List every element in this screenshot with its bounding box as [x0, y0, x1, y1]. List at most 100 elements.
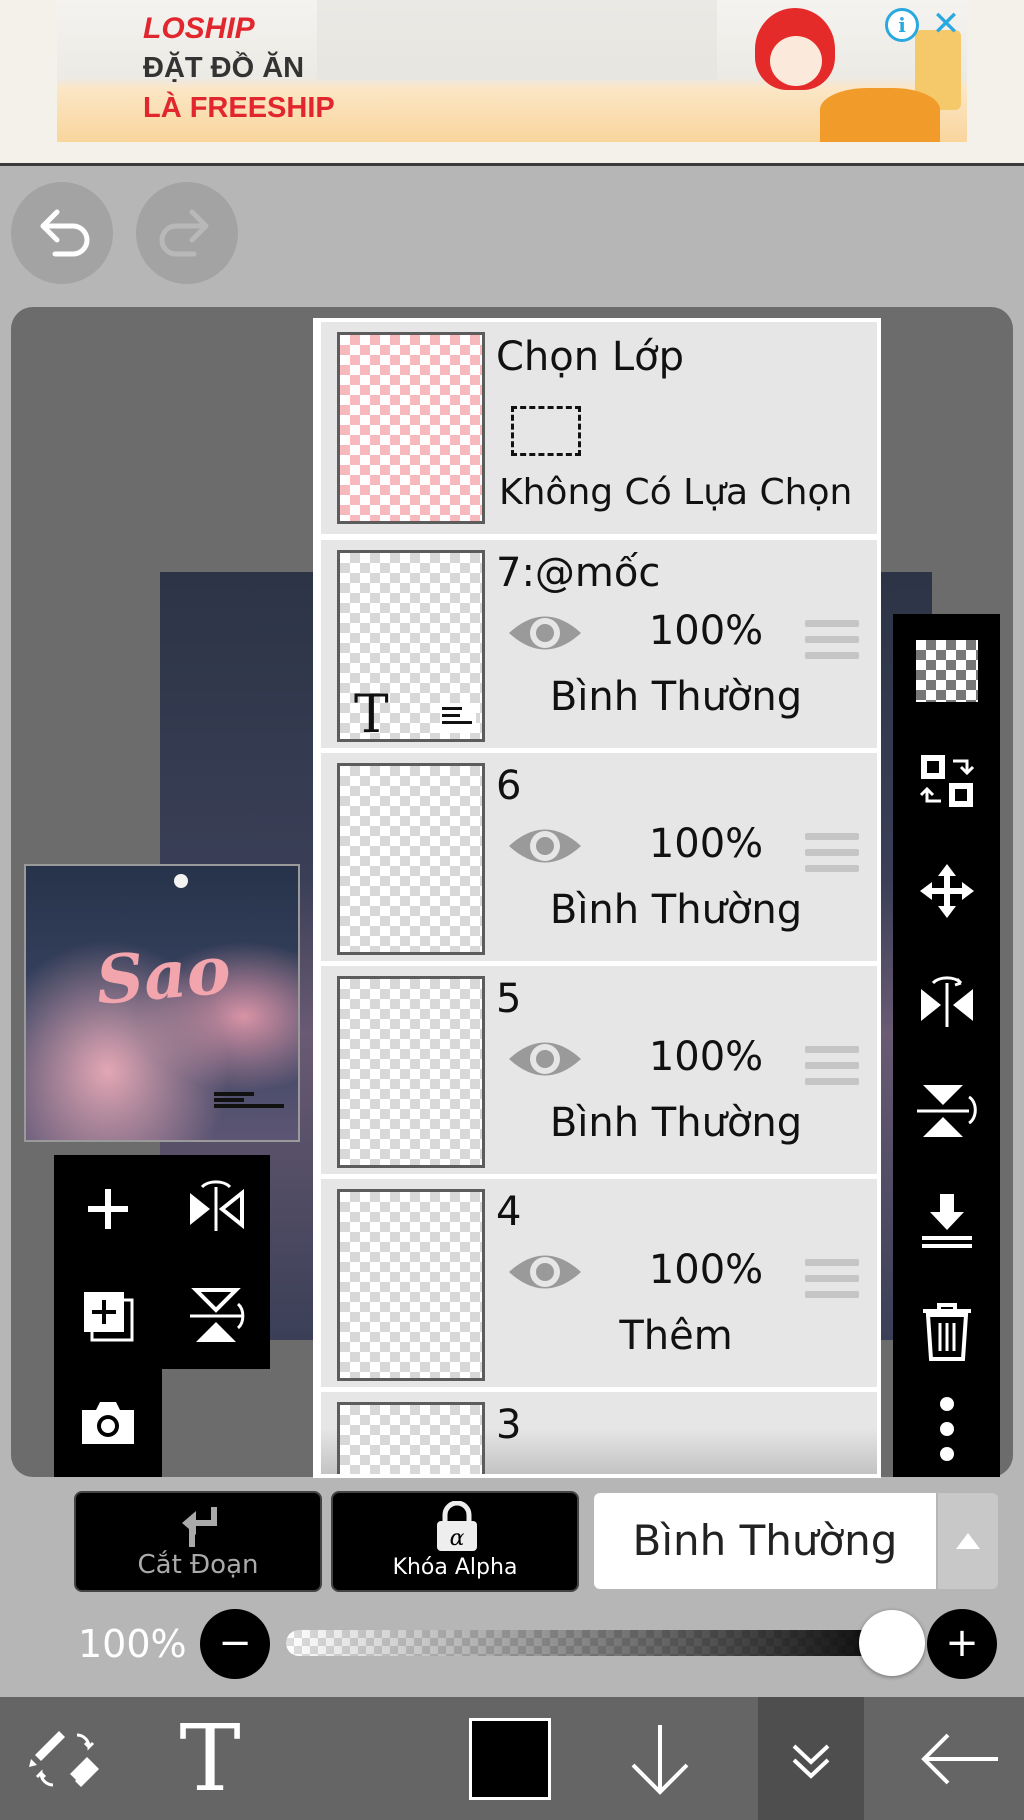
- redo-button[interactable]: [136, 182, 238, 284]
- ad-mascot-face: [770, 36, 822, 86]
- layer-blend-mode: Bình Thường: [549, 674, 803, 720]
- camera-icon: [82, 1401, 134, 1444]
- add-layer-icon: [84, 1291, 134, 1341]
- ad-food-image: [820, 88, 940, 142]
- layer-blend-mode: Bình Thường: [549, 1100, 803, 1146]
- layer-opacity: 100%: [648, 1247, 764, 1293]
- ad-info-icon[interactable]: i: [885, 8, 919, 42]
- camera-button[interactable]: [54, 1369, 162, 1476]
- checker-icon: [915, 640, 978, 702]
- layer-thumbnail: T: [337, 550, 485, 745]
- ad-close-icon[interactable]: ✕: [928, 4, 964, 44]
- layer-opacity: 100%: [648, 1034, 764, 1080]
- layer-panel: Chọn Lớp Không Có Lựa Chọn T 7:@mốc 100%…: [313, 318, 881, 1478]
- flip-vertical-button[interactable]: [162, 1262, 270, 1369]
- swap-layer-button[interactable]: [893, 726, 1000, 836]
- thumbnail-title: Sao: [92, 930, 234, 1020]
- ad-line-2: LÀ FREESHIP: [143, 92, 335, 124]
- flip-horizontal-icon: [190, 1179, 244, 1231]
- right-tool-bar: [893, 614, 1000, 1477]
- visibility-toggle[interactable]: [507, 608, 583, 662]
- transform-icon: [919, 755, 974, 807]
- trash-icon: [922, 1303, 971, 1361]
- camera-tool-block: [54, 1369, 162, 1477]
- current-color-swatch: [469, 1717, 551, 1800]
- flip-vertical-right-button[interactable]: [893, 1056, 1000, 1166]
- opacity-increase-button[interactable]: +: [927, 1609, 997, 1679]
- drag-handle-icon[interactable]: [805, 833, 859, 881]
- undo-icon: [40, 209, 90, 257]
- ad-bar: LOSHIP ĐẶT ĐỒ ĂN LÀ FREESHIP i ✕: [0, 0, 1024, 166]
- svg-text:α: α: [450, 1526, 465, 1551]
- layer-row[interactable]: 4 100% Thêm: [321, 1179, 877, 1387]
- back-arrow-icon: [921, 1733, 998, 1784]
- transparency-button[interactable]: [893, 616, 1000, 726]
- ad-brand: LOSHIP: [143, 12, 255, 45]
- selection-thumbnail: [337, 332, 485, 524]
- clipping-button[interactable]: Cắt Đoạn: [74, 1491, 322, 1592]
- text-tool-button[interactable]: T: [160, 1697, 260, 1820]
- ad-line-1: ĐẶT ĐỒ ĂN: [143, 52, 305, 84]
- layer-opacity: 100%: [648, 608, 764, 654]
- add-layer-button[interactable]: [54, 1155, 162, 1262]
- layer-opacity: 100%: [648, 821, 764, 867]
- layer-down-button[interactable]: [610, 1697, 710, 1820]
- layer-row[interactable]: 6 100% Bình Thường: [321, 753, 877, 961]
- opacity-decrease-button[interactable]: −: [200, 1609, 270, 1679]
- eye-icon: [509, 1042, 581, 1076]
- undo-button[interactable]: [11, 182, 113, 284]
- left-layer-tools: [54, 1155, 270, 1369]
- flip-horizontal-button[interactable]: [162, 1155, 270, 1262]
- back-button[interactable]: [900, 1697, 1020, 1820]
- layers-menu-button[interactable]: [758, 1697, 864, 1820]
- moon-shape: [174, 874, 188, 888]
- merge-down-icon: [921, 1194, 972, 1248]
- move-button[interactable]: [893, 836, 1000, 946]
- layer-name: 4: [496, 1189, 522, 1235]
- redo-icon: [159, 209, 209, 257]
- plus-icon: [88, 1188, 128, 1229]
- opacity-label: 100%: [78, 1622, 187, 1666]
- more-options-button[interactable]: [893, 1374, 1000, 1484]
- drag-handle-icon[interactable]: [805, 1259, 859, 1307]
- opacity-slider-handle[interactable]: [859, 1610, 925, 1676]
- blend-mode-select[interactable]: Bình Thường: [594, 1493, 936, 1589]
- selection-layer-row[interactable]: Chọn Lớp Không Có Lựa Chọn: [321, 322, 877, 534]
- layer-row[interactable]: 3: [321, 1392, 877, 1474]
- flip-horizontal-right-button[interactable]: [893, 946, 1000, 1056]
- layer-row[interactable]: 5 100% Bình Thường: [321, 966, 877, 1174]
- eye-icon: [509, 829, 581, 863]
- more-icon: [939, 1397, 954, 1461]
- visibility-toggle[interactable]: [507, 1247, 583, 1301]
- clipping-icon: [182, 1507, 217, 1547]
- flip-vertical-icon: [916, 1085, 977, 1137]
- layer-thumbnail: [337, 763, 485, 955]
- add-new-layer-button[interactable]: [54, 1262, 162, 1369]
- layer-blend-mode: Thêm: [619, 1313, 733, 1359]
- selection-marquee-icon: [511, 406, 581, 456]
- blend-mode-dropdown-button[interactable]: [938, 1493, 998, 1589]
- opacity-slider[interactable]: [286, 1630, 912, 1656]
- thumb-watermark: [440, 703, 476, 733]
- layer-name: 5: [496, 976, 522, 1022]
- visibility-toggle[interactable]: [507, 821, 583, 875]
- move-icon: [919, 864, 974, 918]
- layer-row[interactable]: T 7:@mốc 100% Bình Thường: [321, 540, 877, 748]
- canvas-thumbnail[interactable]: Sao: [24, 864, 300, 1142]
- alpha-lock-button[interactable]: α Khóa Alpha: [331, 1491, 579, 1592]
- merge-down-button[interactable]: [893, 1166, 1000, 1276]
- delete-layer-button[interactable]: [893, 1276, 1000, 1386]
- color-swatch-button[interactable]: [465, 1697, 555, 1820]
- triangle-up-icon: [956, 1533, 980, 1549]
- layer-name: 7:@mốc: [496, 550, 661, 596]
- layer-thumbnail: [337, 1402, 485, 1474]
- visibility-toggle[interactable]: [507, 1034, 583, 1088]
- flip-horizontal-icon: [920, 976, 973, 1027]
- selection-title: Chọn Lớp: [496, 334, 684, 380]
- lock-icon: α: [437, 1501, 477, 1551]
- brush-eraser-button[interactable]: [10, 1697, 120, 1820]
- double-chevron-icon: [792, 1744, 830, 1779]
- drag-handle-icon[interactable]: [805, 620, 859, 668]
- drag-handle-icon[interactable]: [805, 1046, 859, 1094]
- ad-background: [317, 0, 717, 80]
